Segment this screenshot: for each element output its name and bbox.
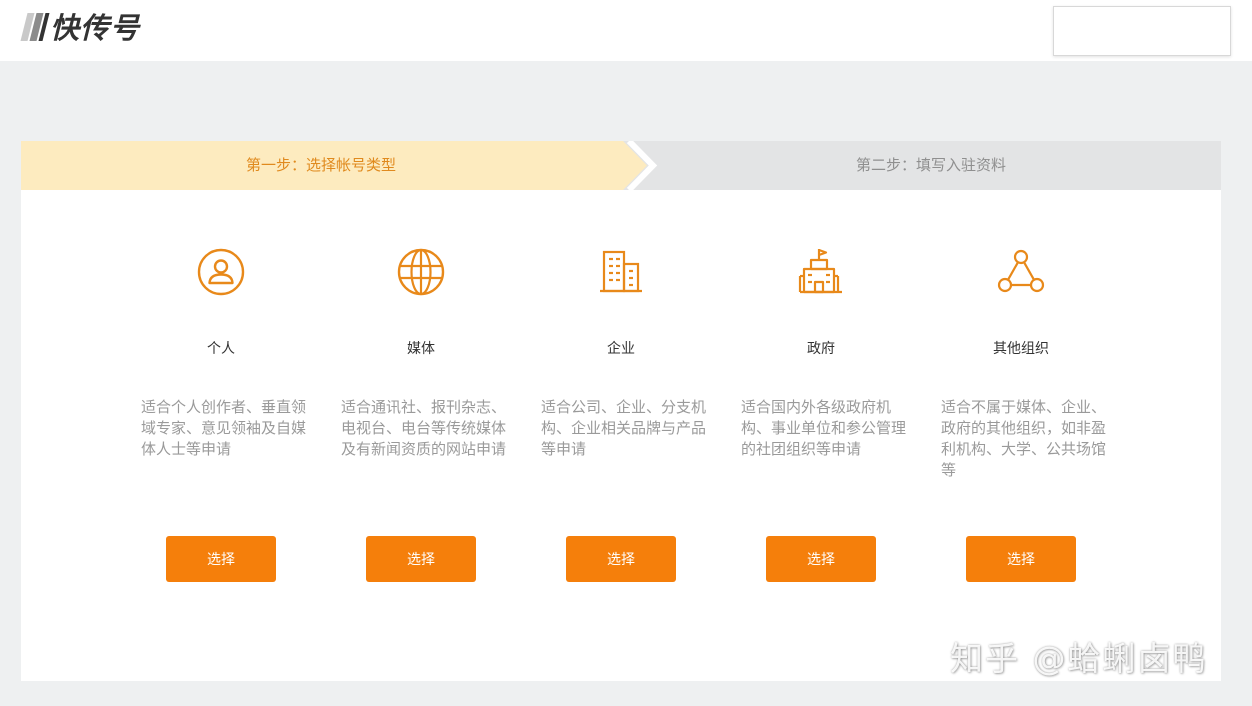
card-description: 适合国内外各级政府机构、事业单位和参公管理的社团组织等申请 bbox=[741, 398, 907, 458]
registration-panel: 第二步：填写入驻资料 第一步：选择帐号类型 个人 适合个人创作者、垂直领域专家、… bbox=[21, 141, 1221, 681]
step-2-label: 第二步：填写入驻资料 bbox=[855, 156, 1006, 174]
account-type-card-personal: 个人 适合个人创作者、垂直领域专家、意见领袖及自媒体人士等申请 选择 bbox=[121, 190, 321, 681]
user-icon bbox=[197, 248, 245, 296]
card-description: 适合个人创作者、垂直领域专家、意见领袖及自媒体人士等申请 bbox=[141, 398, 307, 458]
card-title: 个人 bbox=[207, 341, 235, 357]
card-description: 适合不属于媒体、企业、政府的其他组织，如非盈利机构、大学、公共场馆等 bbox=[941, 398, 1107, 479]
top-bar: 快传号 bbox=[0, 0, 1252, 61]
card-title: 企业 bbox=[607, 341, 635, 357]
government-building-icon bbox=[798, 248, 842, 294]
organization-icon bbox=[997, 249, 1045, 293]
step-1-label: 第一步：选择帐号类型 bbox=[245, 156, 396, 174]
logo-mark-icon bbox=[20, 11, 50, 41]
select-government-button[interactable]: 选择 bbox=[766, 536, 876, 582]
account-type-card-government: 政府 适合国内外各级政府机构、事业单位和参公管理的社团组织等申请 选择 bbox=[721, 190, 921, 681]
globe-icon bbox=[397, 248, 445, 296]
app-logo[interactable]: 快传号 bbox=[20, 9, 140, 45]
step-progress-bar: 第二步：填写入驻资料 第一步：选择帐号类型 bbox=[21, 141, 1221, 190]
account-type-card-media: 媒体 适合通讯社、报刊杂志、电视台、电台等传统媒体及有新闻资质的网站申请 选择 bbox=[321, 190, 521, 681]
select-personal-button[interactable]: 选择 bbox=[166, 536, 276, 582]
account-type-card-enterprise: 企业 适合公司、企业、分支机构、企业相关品牌与产品等申请 选择 bbox=[521, 190, 721, 681]
select-other-org-button[interactable]: 选择 bbox=[966, 536, 1076, 582]
select-enterprise-button[interactable]: 选择 bbox=[566, 536, 676, 582]
card-title: 政府 bbox=[807, 341, 835, 357]
card-description: 适合通讯社、报刊杂志、电视台、电台等传统媒体及有新闻资质的网站申请 bbox=[341, 398, 507, 458]
account-type-card-other-org: 其他组织 适合不属于媒体、企业、政府的其他组织，如非盈利机构、大学、公共场馆等 … bbox=[921, 190, 1121, 681]
watermark-text: 知乎 @蛤蜊卤鸭 bbox=[950, 639, 1208, 678]
card-description: 适合公司、企业、分支机构、企业相关品牌与产品等申请 bbox=[541, 398, 707, 458]
logo-text: 快传号 bbox=[50, 11, 141, 45]
account-type-cards: 个人 适合个人创作者、垂直领域专家、意见领袖及自媒体人士等申请 选择 媒体 适合… bbox=[21, 190, 1221, 681]
building-icon bbox=[600, 250, 642, 293]
card-title: 其他组织 bbox=[993, 341, 1049, 357]
card-title: 媒体 bbox=[407, 341, 435, 357]
select-media-button[interactable]: 选择 bbox=[366, 536, 476, 582]
account-area[interactable] bbox=[1053, 6, 1231, 56]
